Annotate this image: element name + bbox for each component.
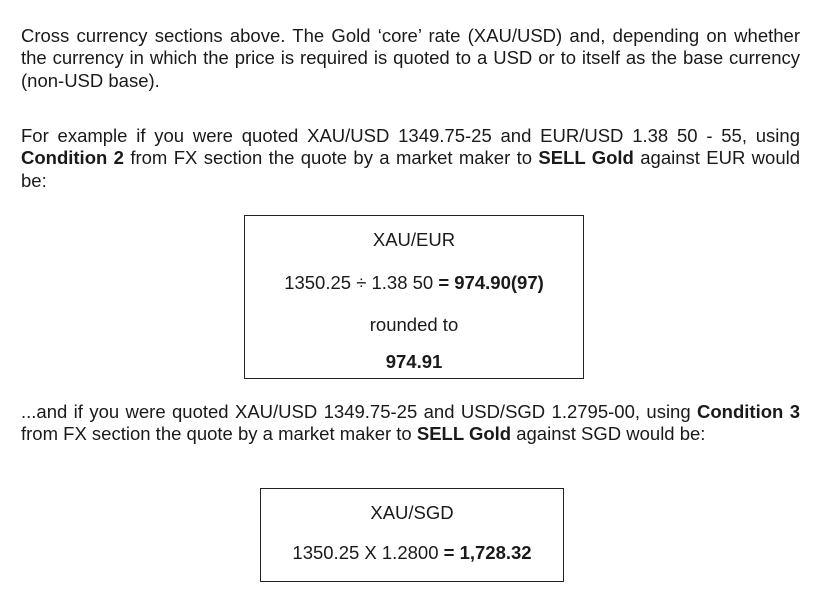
example-eur-paragraph: For example if you were quoted XAU/USD 1… xyxy=(21,125,800,192)
xau-eur-formula-text: 1350.25 ÷ 1.38 50 xyxy=(284,272,439,293)
condition-2-label: Condition 2 xyxy=(21,147,124,169)
example-sgd-text-a: ...and if you were quoted XAU/USD 1349.7… xyxy=(21,401,698,422)
example-eur-text-a: For example if you were quoted XAU/USD 1… xyxy=(21,125,800,146)
sell-gold-label: SELL Gold xyxy=(538,147,634,169)
xau-sgd-formula-text: 1350.25 X 1.2800 xyxy=(292,542,444,563)
xau-sgd-calculation-box: XAU/SGD 1350.25 X 1.2800 = 1,728.32 xyxy=(260,488,564,582)
condition-3-label: Condition 3 xyxy=(697,401,800,422)
example-sgd-text-c: against SGD would be: xyxy=(511,423,706,445)
xau-eur-rounded-value-text: 974.91 xyxy=(385,351,443,372)
xau-eur-pair-label: XAU/EUR xyxy=(372,229,456,250)
rounded-to-label: rounded to xyxy=(369,314,459,335)
example-sgd-paragraph: ...and if you were quoted XAU/USD 1349.7… xyxy=(21,401,800,446)
example-eur-text-b: from FX section the quote by a market ma… xyxy=(123,147,539,169)
xau-eur-rounded-value: 974.91 xyxy=(245,351,583,373)
xau-eur-result: = 974.90(97) xyxy=(438,272,544,293)
intro-paragraph: Cross currency sections above. The Gold … xyxy=(21,25,800,91)
xau-eur-formula: 1350.25 ÷ 1.38 50 = 974.90(97) xyxy=(245,272,583,294)
example-sgd-text-b: from FX section the quote by a market ma… xyxy=(21,423,417,445)
sell-gold-label-2: SELL Gold xyxy=(416,423,512,445)
xau-sgd-pair-label: XAU/SGD xyxy=(370,502,454,523)
xau-sgd-result: = 1,728.32 xyxy=(443,542,532,563)
xau-sgd-formula: 1350.25 X 1.2800 = 1,728.32 xyxy=(261,542,563,564)
xau-eur-calculation-box: XAU/EUR 1350.25 ÷ 1.38 50 = 974.90(97) r… xyxy=(244,215,584,379)
